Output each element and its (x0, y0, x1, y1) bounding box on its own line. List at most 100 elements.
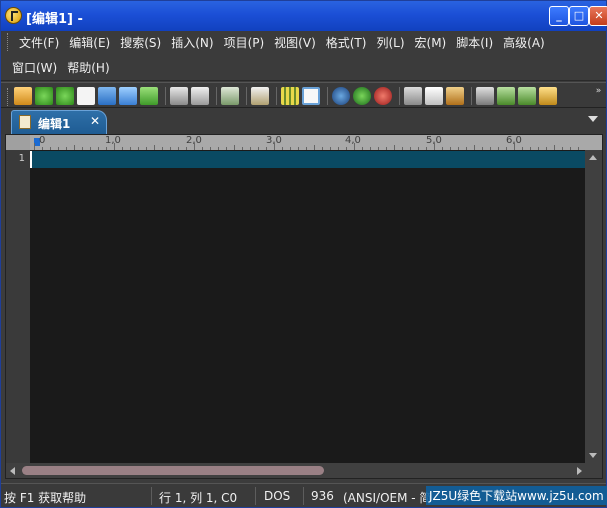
line-number: 1 (18, 153, 25, 164)
close-button[interactable]: ✕ (589, 6, 607, 26)
forward-icon[interactable] (56, 87, 74, 105)
scroll-left-icon[interactable] (10, 467, 15, 475)
vertical-scrollbar[interactable] (585, 150, 602, 463)
status-codepage[interactable]: 936 (311, 489, 334, 503)
menu-format[interactable]: 格式(T) (321, 31, 372, 53)
menu-help[interactable]: 帮助(H) (62, 56, 114, 78)
main-window: [编辑1] - _ □ ✕ 文件(F) 编辑(E) 搜索(S) 插入(N) 项目… (0, 0, 607, 508)
scroll-up-icon[interactable] (589, 155, 597, 160)
ruler-label: 4,0 (345, 135, 361, 146)
status-encoding[interactable]: (ANSI/OEM - 简 (343, 489, 431, 506)
title-bar[interactable]: [编辑1] - _ □ ✕ (1, 1, 607, 31)
ruler-tick (362, 147, 363, 150)
ruler-tick (498, 147, 499, 150)
cut-icon[interactable] (404, 87, 422, 105)
run-icon[interactable] (353, 87, 371, 105)
ruler-tick (90, 147, 91, 150)
back-icon[interactable] (35, 87, 53, 105)
menu-view[interactable]: 视图(V) (269, 31, 321, 53)
ruler-tick (322, 147, 323, 150)
ruler-tick (538, 147, 539, 150)
minimize-button[interactable]: _ (549, 6, 569, 26)
toolbar-grip[interactable] (7, 88, 10, 106)
ruler-tick (418, 147, 419, 150)
ruler-tick (450, 147, 451, 150)
app-icon[interactable] (5, 7, 22, 24)
tab-list-dropdown-icon[interactable] (588, 116, 598, 122)
ruler-tick (370, 147, 371, 150)
ruler-tick (474, 145, 475, 150)
ruler-tick (298, 147, 299, 150)
toolbar-separator (165, 87, 166, 105)
window-title: [编辑1] - (26, 12, 83, 27)
paste-icon[interactable] (446, 87, 464, 105)
replace-icon[interactable] (497, 87, 515, 105)
new-project-icon[interactable] (14, 87, 32, 105)
ruler-tick (410, 147, 411, 150)
tab-document[interactable]: 编辑1 ✕ (11, 110, 107, 134)
menu-window[interactable]: 窗口(W) (7, 56, 62, 78)
print-preview-icon[interactable] (191, 87, 209, 105)
toolbar-separator (216, 87, 217, 105)
status-bar: 按 F1 获取帮助 行 1, 列 1, C0 DOS 936 (ANSI/OEM… (1, 483, 607, 507)
current-line-highlight (30, 151, 585, 168)
ruler-tick (186, 147, 187, 150)
line-number-gutter[interactable]: 1 (6, 150, 30, 463)
column-icon[interactable] (281, 87, 299, 105)
ruler-tick (402, 147, 403, 150)
scroll-right-icon[interactable] (577, 467, 582, 475)
ruler-tick (546, 147, 547, 150)
ruler-tick (314, 145, 315, 150)
ruler-tick (242, 147, 243, 150)
ruler-tick (154, 145, 155, 150)
editor-area[interactable]: 0 1,0 2,0 3,0 4,0 5,0 6,0 1 (5, 134, 603, 479)
ruler-tick (266, 147, 267, 150)
print-icon[interactable] (170, 87, 188, 105)
open-icon[interactable] (98, 87, 116, 105)
scroll-down-icon[interactable] (589, 453, 597, 458)
save-icon[interactable] (140, 87, 158, 105)
menu-grip[interactable] (7, 33, 10, 51)
menu-script[interactable]: 脚本(I) (451, 31, 498, 53)
ruler-tick (434, 143, 435, 150)
ruler-tick (482, 147, 483, 150)
status-help: 按 F1 获取帮助 (4, 491, 87, 505)
tab-label: 编辑1 (38, 117, 71, 131)
toolbar-separator (276, 87, 277, 105)
maximize-button[interactable]: □ (569, 6, 589, 26)
list-icon[interactable] (221, 87, 239, 105)
menu-edit[interactable]: 编辑(E) (64, 31, 115, 53)
ruler-tick (386, 147, 387, 150)
wrap-icon[interactable] (302, 87, 320, 105)
ruler-gutter (6, 135, 30, 150)
ruler-tick (522, 147, 523, 150)
tab-bar: 编辑1 ✕ (1, 108, 606, 134)
spell-icon[interactable] (251, 87, 269, 105)
menu-column[interactable]: 列(L) (371, 31, 409, 53)
ruler-tick (442, 147, 443, 150)
copy-icon[interactable] (425, 87, 443, 105)
stop-icon[interactable] (374, 87, 392, 105)
open-folder-icon[interactable] (119, 87, 137, 105)
ruler-tick (346, 147, 347, 150)
toolbar-overflow-button[interactable]: » (594, 87, 603, 105)
find-icon[interactable] (476, 87, 494, 105)
compile-icon[interactable] (332, 87, 350, 105)
horizontal-scroll-thumb[interactable] (22, 466, 324, 475)
ruler: 0 1,0 2,0 3,0 4,0 5,0 6,0 (6, 135, 602, 150)
ruler-tick (50, 147, 51, 150)
ruler-tick (458, 147, 459, 150)
menu-file[interactable]: 文件(F) (14, 31, 64, 53)
new-file-icon[interactable] (77, 87, 95, 105)
menu-search[interactable]: 搜索(S) (115, 31, 166, 53)
status-line-ending[interactable]: DOS (264, 489, 290, 503)
macro-icon[interactable] (539, 87, 557, 105)
horizontal-scrollbar[interactable] (6, 463, 602, 478)
tab-close-icon[interactable]: ✕ (90, 114, 100, 128)
ruler-tick (290, 147, 291, 150)
menu-insert[interactable]: 插入(N) (166, 31, 218, 53)
menu-macro[interactable]: 宏(M) (410, 31, 452, 53)
menu-advanced[interactable]: 高级(A) (498, 31, 550, 53)
menu-project[interactable]: 项目(P) (219, 31, 270, 53)
goto-icon[interactable] (518, 87, 536, 105)
